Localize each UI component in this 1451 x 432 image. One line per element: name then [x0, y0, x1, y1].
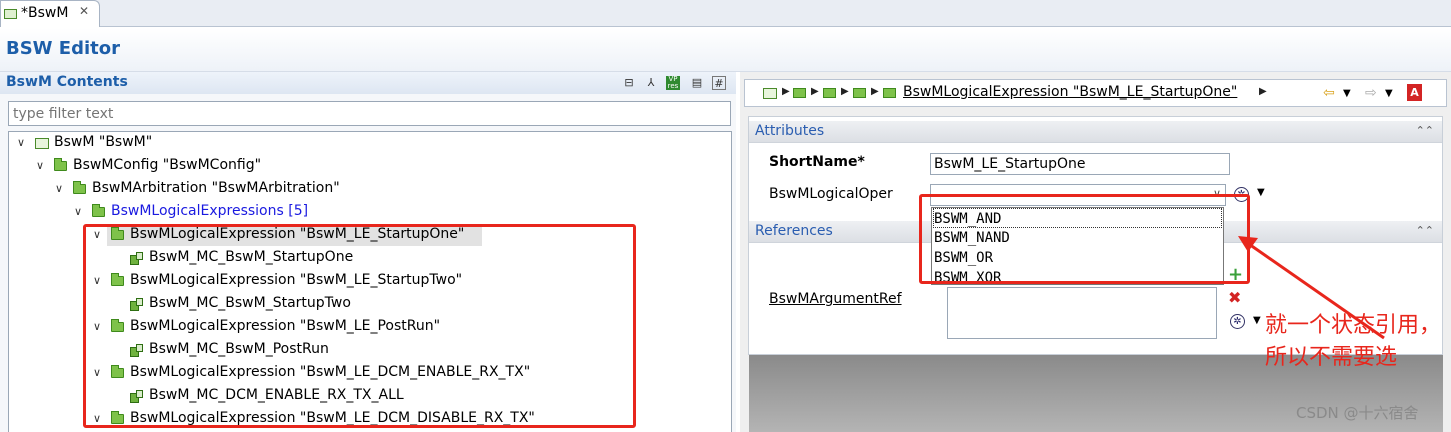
vp-res-icon[interactable]: VP res — [666, 76, 680, 90]
back-arrow-icon[interactable]: ⇦ — [1323, 85, 1335, 101]
logical-operator-label: BswMLogicalOper — [769, 186, 893, 202]
module-icon[interactable] — [763, 88, 777, 99]
breadcrumb-arrow-icon[interactable]: ▶ — [811, 86, 819, 97]
tab-label: *BswM — [21, 5, 69, 21]
editor-header: BSW Editor — [0, 28, 1451, 72]
chevron-down-icon[interactable]: ▼ — [1343, 88, 1351, 99]
chevron-down-icon[interactable]: ▼ — [1257, 187, 1265, 198]
chevron-down-icon[interactable]: ∨ — [36, 159, 46, 172]
page-title: BSW Editor — [6, 38, 121, 59]
argument-ref-list[interactable] — [947, 287, 1217, 339]
annotation-highlight-box — [83, 224, 636, 428]
folder-icon[interactable] — [883, 88, 896, 98]
tab-bswm[interactable]: *BswM ✕ — [0, 0, 100, 27]
close-icon[interactable]: ✕ — [79, 4, 89, 18]
breadcrumb-current[interactable]: BswMLogicalExpression "BswM_LE_StartupOn… — [903, 84, 1237, 100]
letter-a-icon[interactable]: A — [1407, 84, 1422, 101]
argument-ref-label[interactable]: BswMArgumentRef — [769, 291, 902, 307]
annotation-highlight-box — [919, 194, 1250, 284]
attributes-title: Attributes — [755, 123, 825, 139]
forward-arrow-icon[interactable]: ⇨ — [1365, 85, 1377, 101]
chevron-down-icon[interactable]: ∨ — [74, 205, 84, 218]
grid-icon[interactable]: # — [712, 76, 726, 90]
folder-icon[interactable] — [853, 88, 866, 98]
collapse-all-icon[interactable]: ⊟ — [622, 76, 636, 90]
chevron-down-icon[interactable]: ▼ — [1385, 88, 1393, 99]
tree-item-label: BswMArbitration "BswMArbitration" — [92, 180, 340, 196]
breadcrumb: ▶ ▶ ▶ ▶ BswMLogicalExpression "BswM_LE_S… — [744, 79, 1447, 107]
tree-item-label: BswMLogicalExpressions [5] — [111, 203, 309, 219]
chevron-down-icon[interactable]: ∨ — [17, 136, 27, 149]
annotation-note: 就一个状态引用，所以不需要选 — [1265, 313, 1442, 370]
folder-icon — [73, 181, 86, 194]
contents-panel-header: BswM Contents ⊟ ⅄ VP res ▤ # — [0, 72, 736, 94]
breadcrumb-arrow-icon[interactable]: ▶ — [782, 86, 790, 97]
shortname-label: ShortName* — [769, 154, 865, 170]
contents-title: BswM Contents — [6, 74, 128, 90]
folder-icon — [92, 204, 105, 217]
folder-icon — [54, 158, 67, 171]
folder-icon[interactable] — [793, 88, 806, 98]
module-icon — [4, 9, 17, 19]
hierarchy-icon[interactable]: ⅄ — [644, 76, 658, 90]
chevron-down-icon[interactable]: ∨ — [55, 182, 65, 195]
breadcrumb-arrow-icon[interactable]: ▶ — [871, 86, 879, 97]
attributes-section-header[interactable]: Attributes ⌃⌃ — [749, 121, 1442, 143]
breadcrumb-arrow-icon[interactable]: ▶ — [1259, 86, 1267, 97]
module-icon — [35, 138, 49, 149]
shortname-field[interactable] — [930, 153, 1230, 175]
collapse-icon[interactable]: ⌃⌃ — [1416, 124, 1434, 137]
page-icon[interactable]: ▤ — [690, 76, 704, 90]
breadcrumb-arrow-icon[interactable]: ▶ — [841, 86, 849, 97]
folder-icon[interactable] — [823, 88, 836, 98]
tree-item-label: BswMConfig "BswMConfig" — [73, 157, 262, 173]
references-title: References — [755, 223, 833, 239]
watermark: CSDN @十六宿舍 — [1296, 404, 1419, 422]
filter-input[interactable] — [8, 101, 731, 126]
tree-item-label: BswM "BswM" — [54, 134, 153, 150]
editor-tab-bar: *BswM ✕ — [0, 0, 1451, 27]
